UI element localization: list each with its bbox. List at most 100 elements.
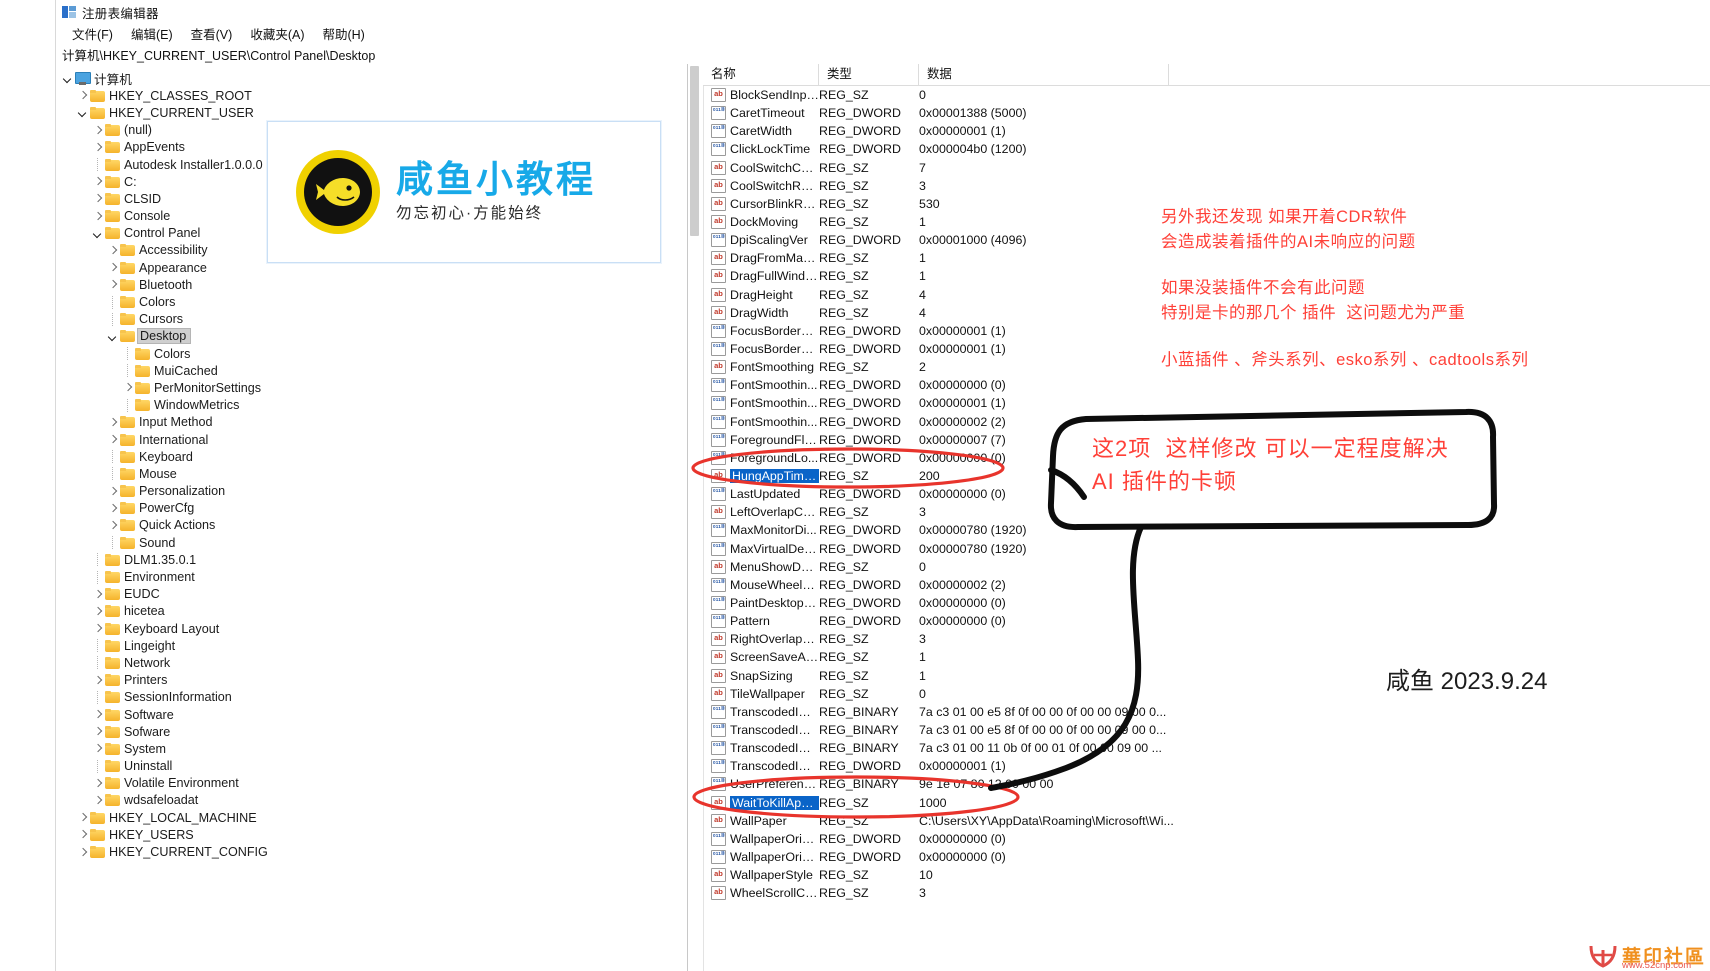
tree-item[interactable]: Sound [62, 534, 687, 551]
table-row[interactable]: WallpaperOrig...REG_DWORD 0x00000000 (0) [703, 830, 1710, 848]
tree-item[interactable]: HKEY_CURRENT_USER [62, 104, 687, 121]
menu-help[interactable]: 帮助(H) [314, 22, 372, 45]
registry-tree-pane[interactable]: 计算机 HKEY_CLASSES_ROOT HKEY_CURRENT_USER (nu… [56, 64, 688, 971]
tree-item[interactable]: Input Method [62, 414, 687, 431]
table-row[interactable]: WheelScrollCh...REG_SZ 3 [703, 884, 1710, 902]
chevron-right-icon[interactable] [107, 502, 120, 515]
chevron-down-icon[interactable] [107, 330, 120, 343]
chevron-right-icon[interactable] [92, 124, 105, 137]
tree-item[interactable]: EUDC [62, 586, 687, 603]
tree-item[interactable]: International [62, 431, 687, 448]
chevron-right-icon[interactable] [77, 811, 90, 824]
menu-view[interactable]: 查看(V) [183, 22, 241, 45]
chevron-right-icon[interactable] [107, 278, 120, 291]
tree-item[interactable]: Environment [62, 568, 687, 585]
table-row[interactable]: CaretTimeout REG_DWORD 0x00001388 (5000) [703, 104, 1710, 122]
tree-item[interactable]: Colors [62, 345, 687, 362]
table-row[interactable]: RightOverlapC...REG_SZ 3 [703, 630, 1710, 648]
chevron-right-icon[interactable] [92, 588, 105, 601]
table-row[interactable]: WallpaperOrig...REG_DWORD 0x00000000 (0) [703, 848, 1710, 866]
table-row[interactable]: TranscodedIm...REG_BINARY 7a c3 01 00 11 … [703, 739, 1710, 757]
tree-item[interactable]: Printers [62, 672, 687, 689]
chevron-down-icon[interactable] [77, 106, 90, 119]
chevron-right-icon[interactable] [77, 828, 90, 841]
tree-item[interactable]: hicetea [62, 603, 687, 620]
registry-values-pane[interactable]: 名称 类型 数据 BlockSendInpu...REG_SZ0CaretTim… [688, 64, 1710, 971]
chevron-right-icon[interactable] [77, 846, 90, 859]
scrollbar-thumb[interactable] [690, 66, 699, 236]
chevron-right-icon[interactable] [92, 210, 105, 223]
tree-item[interactable]: wdsafeloadat [62, 792, 687, 809]
tree-item[interactable]: MuiCached [62, 362, 687, 379]
chevron-right-icon[interactable] [92, 725, 105, 738]
column-header-name[interactable]: 名称 [703, 64, 819, 85]
chevron-right-icon[interactable] [92, 674, 105, 687]
table-row[interactable]: WallPaper REG_SZ C:\Users\XY\AppData\Roami… [703, 812, 1710, 830]
menu-file[interactable]: 文件(F) [64, 22, 121, 45]
table-row[interactable]: MaxVirtualDes...REG_DWORD 0x00000780 (192… [703, 540, 1710, 558]
tree-item[interactable]: Network [62, 654, 687, 671]
tree-item[interactable]: 计算机 [62, 70, 687, 87]
chevron-right-icon[interactable] [92, 175, 105, 188]
tree-item[interactable]: WindowMetrics [62, 397, 687, 414]
tree-item[interactable]: System [62, 740, 687, 757]
tree-item[interactable]: Volatile Environment [62, 775, 687, 792]
table-row[interactable]: Pattern REG_DWORD 0x00000000 (0) [703, 612, 1710, 630]
chevron-right-icon[interactable] [107, 485, 120, 498]
table-row[interactable]: CoolSwitchCol...REG_SZ 7 [703, 159, 1710, 177]
chevron-right-icon[interactable] [92, 605, 105, 618]
table-row[interactable]: CoolSwitchRowsREG_SZ 3 [703, 177, 1710, 195]
chevron-right-icon[interactable] [92, 192, 105, 205]
tree-item[interactable]: HKEY_LOCAL_MACHINE [62, 809, 687, 826]
chevron-right-icon[interactable] [92, 622, 105, 635]
column-header-data[interactable]: 数据 [919, 64, 1169, 85]
tree-item[interactable]: Lingeight [62, 637, 687, 654]
chevron-right-icon[interactable] [107, 519, 120, 532]
chevron-right-icon[interactable] [77, 89, 90, 102]
table-row[interactable]: WallpaperStyle REG_SZ 10 [703, 866, 1710, 884]
tree-item[interactable]: Uninstall [62, 758, 687, 775]
tree-item[interactable]: Colors [62, 293, 687, 310]
tree-item[interactable]: PerMonitorSettings [62, 379, 687, 396]
tree-item[interactable]: Software [62, 706, 687, 723]
chevron-right-icon[interactable] [107, 244, 120, 257]
table-row[interactable]: MouseWheelR...REG_DWORD 0x00000002 (2) [703, 576, 1710, 594]
table-row[interactable]: TranscodedIm...REG_BINARY 7a c3 01 00 e5 … [703, 721, 1710, 739]
table-row[interactable]: TranscodedIm...REG_BINARY 7a c3 01 00 e5 … [703, 703, 1710, 721]
table-row[interactable]: SnapSizing REG_SZ 1 [703, 667, 1710, 685]
tree-item[interactable]: HKEY_CURRENT_CONFIG [62, 843, 687, 860]
tree-item[interactable]: Quick Actions [62, 517, 687, 534]
chevron-right-icon[interactable] [107, 433, 120, 446]
chevron-right-icon[interactable] [92, 141, 105, 154]
table-row[interactable]: WaitToKillApp...REG_SZ 1000 [703, 793, 1710, 811]
column-header-type[interactable]: 类型 [819, 64, 919, 85]
table-row[interactable]: ScreenSaveActi...REG_SZ 1 [703, 648, 1710, 666]
tree-item[interactable]: HKEY_CLASSES_ROOT [62, 87, 687, 104]
table-row[interactable]: LeftOverlapCh...REG_SZ 3 [703, 503, 1710, 521]
chevron-right-icon[interactable] [92, 742, 105, 755]
tree-item[interactable]: PowerCfg [62, 500, 687, 517]
chevron-right-icon[interactable] [107, 416, 120, 429]
table-row[interactable]: FontSmoothin...REG_DWORD 0x00000001 (1) [703, 394, 1710, 412]
tree-item[interactable]: Cursors [62, 311, 687, 328]
table-row[interactable]: BlockSendInpu...REG_SZ 0 [703, 86, 1710, 104]
table-row[interactable]: CaretWidth REG_DWORD 0x00000001 (1) [703, 122, 1710, 140]
table-row[interactable]: PaintDesktopV...REG_DWORD 0x00000000 (0) [703, 594, 1710, 612]
table-row[interactable]: FontSmoothin...REG_DWORD 0x00000000 (0) [703, 376, 1710, 394]
menu-favorites[interactable]: 收藏夹(A) [242, 22, 312, 45]
tree-item[interactable]: Bluetooth [62, 276, 687, 293]
tree-item[interactable]: Desktop [62, 328, 687, 345]
chevron-right-icon[interactable] [107, 261, 120, 274]
tree-item[interactable]: HKEY_USERS [62, 826, 687, 843]
chevron-right-icon[interactable] [92, 777, 105, 790]
chevron-down-icon[interactable] [92, 227, 105, 240]
tree-item[interactable]: Keyboard Layout [62, 620, 687, 637]
table-row[interactable]: FontSmoothin...REG_DWORD 0x00000002 (2) [703, 413, 1710, 431]
table-row[interactable]: TranscodedIm...REG_DWORD 0x00000001 (1) [703, 757, 1710, 775]
chevron-right-icon[interactable] [92, 794, 105, 807]
table-row[interactable]: ClickLockTime REG_DWORD 0x000004b0 (1200) [703, 140, 1710, 158]
table-row[interactable]: MaxMonitorDi...REG_DWORD 0x00000780 (1920… [703, 521, 1710, 539]
tree-item[interactable]: Personalization [62, 483, 687, 500]
menu-edit[interactable]: 编辑(E) [123, 22, 181, 45]
chevron-right-icon[interactable] [92, 708, 105, 721]
